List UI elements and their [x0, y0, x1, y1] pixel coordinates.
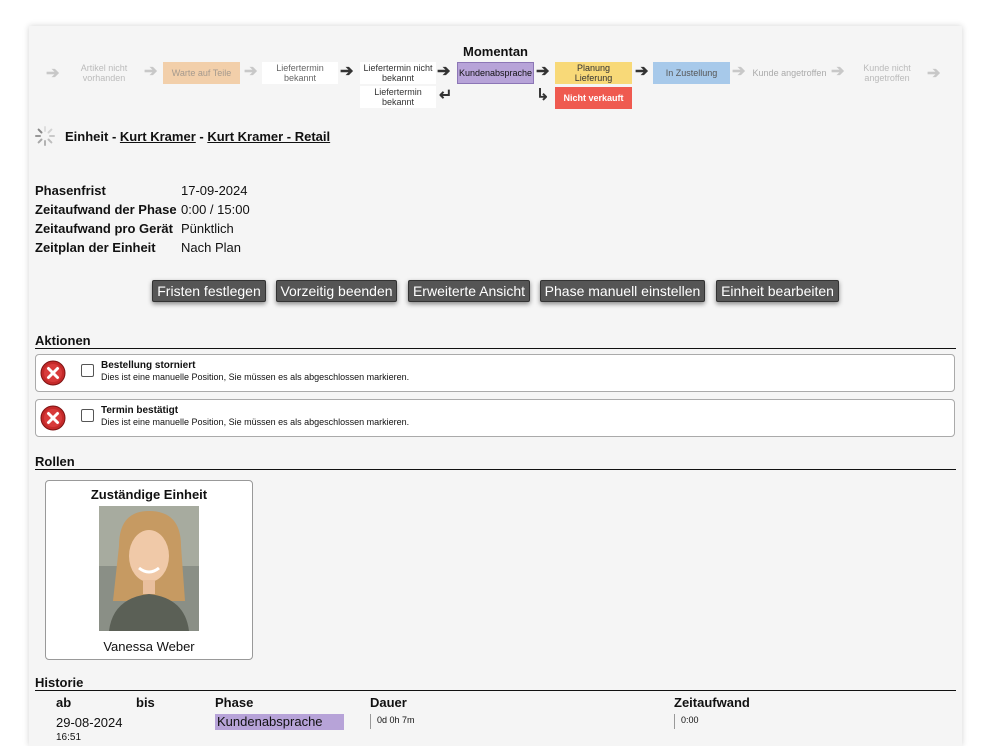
- action-item: Termin bestätigt Dies ist eine manuelle …: [35, 399, 955, 437]
- action-title: Bestellung storniert: [101, 360, 196, 371]
- stage-nicht-verkauft[interactable]: Nicht verkauft: [555, 87, 632, 109]
- stage-kunde-angetroffen[interactable]: Kunde angetroffen: [750, 62, 829, 84]
- remove-action-icon[interactable]: [40, 360, 66, 386]
- customer-link[interactable]: Kurt Kramer: [120, 129, 196, 144]
- zeitplan-label: Zeitplan der Einheit: [35, 240, 156, 255]
- role-person-name: Vanessa Weber: [103, 639, 195, 654]
- complete-checkbox[interactable]: [81, 364, 94, 377]
- role-title: Zuständige Einheit: [90, 487, 208, 502]
- return-arrow-icon: ↵: [439, 87, 453, 104]
- aktionen-heading: Aktionen: [35, 333, 91, 348]
- stage-liefertermin-bekannt-return[interactable]: Liefertermin bekannt: [360, 86, 436, 108]
- stage-liefertermin-bekannt[interactable]: Liefertermin bekannt: [262, 62, 338, 84]
- history-from-time: 16:51: [56, 732, 82, 743]
- history-phase: Kundenabsprache: [215, 714, 344, 730]
- column-header-dauer: Dauer: [370, 695, 407, 710]
- set-phase-manually-button[interactable]: Phase manuell einstellen: [540, 280, 705, 302]
- profile-photo: [99, 506, 199, 631]
- arrow-right-icon: ➔: [831, 63, 845, 80]
- duration-bar: [370, 714, 371, 729]
- arrow-right-icon: ➔: [46, 65, 60, 82]
- down-right-arrow-icon: ↳: [536, 87, 550, 104]
- unit-header: Einheit - Kurt Kramer - Kurt Kramer - Re…: [35, 126, 330, 146]
- stage-planung-lieferung[interactable]: Planung Lieferung: [555, 62, 632, 84]
- separator: -: [108, 128, 120, 144]
- stage-liefertermin-nicht-bekannt[interactable]: Liefertermin nicht bekannt: [360, 62, 436, 84]
- zeitaufwand-phase-value: 0:00 / 15:00: [181, 202, 250, 217]
- arrow-right-icon: ➔: [732, 63, 746, 80]
- phasenfrist-value: 17-09-2024: [181, 183, 248, 198]
- action-description: Dies ist eine manuelle Position, Sie müs…: [101, 372, 410, 382]
- stage-warte-auf-teile[interactable]: Warte auf Teile: [163, 62, 240, 84]
- zeitplan-value: Nach Plan: [181, 240, 241, 255]
- stage-kundenabsprache-current[interactable]: Kundenabsprache: [457, 62, 534, 84]
- column-header-phase: Phase: [215, 695, 254, 710]
- stage-artikel-nicht-vorhanden[interactable]: Artikel nicht vorhanden: [73, 62, 135, 84]
- action-item: Bestellung storniert Dies ist eine manue…: [35, 354, 955, 392]
- separator: -: [195, 128, 208, 144]
- divider: [35, 469, 956, 470]
- divider: [35, 348, 956, 349]
- arrow-right-icon: ➔: [244, 63, 258, 80]
- column-header-zeitaufwand: Zeitaufwand: [674, 695, 750, 710]
- history-from-date: 29-08-2024: [56, 715, 123, 730]
- historie-heading: Historie: [35, 675, 84, 690]
- column-header-ab: ab: [56, 695, 72, 710]
- phasenfrist-label: Phasenfrist: [35, 183, 106, 198]
- stage-in-zustellung[interactable]: In Zustellung: [653, 62, 730, 84]
- divider: [35, 690, 956, 691]
- zeitaufwand-geraet-label: Zeitaufwand pro Gerät: [35, 221, 173, 236]
- rollen-heading: Rollen: [35, 454, 75, 469]
- finish-early-button[interactable]: Vorzeitig beenden: [276, 280, 397, 302]
- set-deadlines-button[interactable]: Fristen festlegen: [152, 280, 266, 302]
- column-header-bis: bis: [136, 695, 155, 710]
- current-phase-heading: Momentan: [463, 44, 528, 59]
- loading-spinner-icon: [35, 126, 55, 146]
- stage-kunde-nicht-angetroffen[interactable]: Kunde nicht angetroffen: [851, 62, 923, 84]
- arrow-right-icon: ➔: [536, 63, 550, 80]
- unit-panel: Momentan ➔ Artikel nicht vorhanden ➔ War…: [29, 26, 962, 746]
- complete-checkbox[interactable]: [81, 409, 94, 422]
- arrow-right-icon: ➔: [927, 65, 941, 82]
- arrow-right-icon: ➔: [437, 63, 451, 80]
- role-card[interactable]: Zuständige Einheit Vanessa Weber: [45, 480, 253, 660]
- extended-view-button[interactable]: Erweiterte Ansicht: [408, 280, 530, 302]
- arrow-right-icon: ➔: [340, 63, 354, 80]
- zeitaufwand-phase-label: Zeitaufwand der Phase: [35, 202, 177, 217]
- unit-label: Einheit: [65, 128, 109, 144]
- edit-unit-button[interactable]: Einheit bearbeiten: [716, 280, 839, 302]
- remove-action-icon[interactable]: [40, 405, 66, 431]
- arrow-right-icon: ➔: [144, 63, 158, 80]
- order-link[interactable]: Kurt Kramer - Retail: [207, 129, 330, 144]
- zeitaufwand-geraet-value: Pünktlich: [181, 221, 234, 236]
- action-description: Dies ist eine manuelle Position, Sie müs…: [101, 417, 410, 427]
- action-title: Termin bestätigt: [101, 405, 179, 416]
- effort-bar: [674, 714, 675, 729]
- arrow-right-icon: ➔: [635, 63, 649, 80]
- history-duration: 0d 0h 7m: [377, 715, 415, 725]
- history-effort: 0:00: [681, 715, 699, 725]
